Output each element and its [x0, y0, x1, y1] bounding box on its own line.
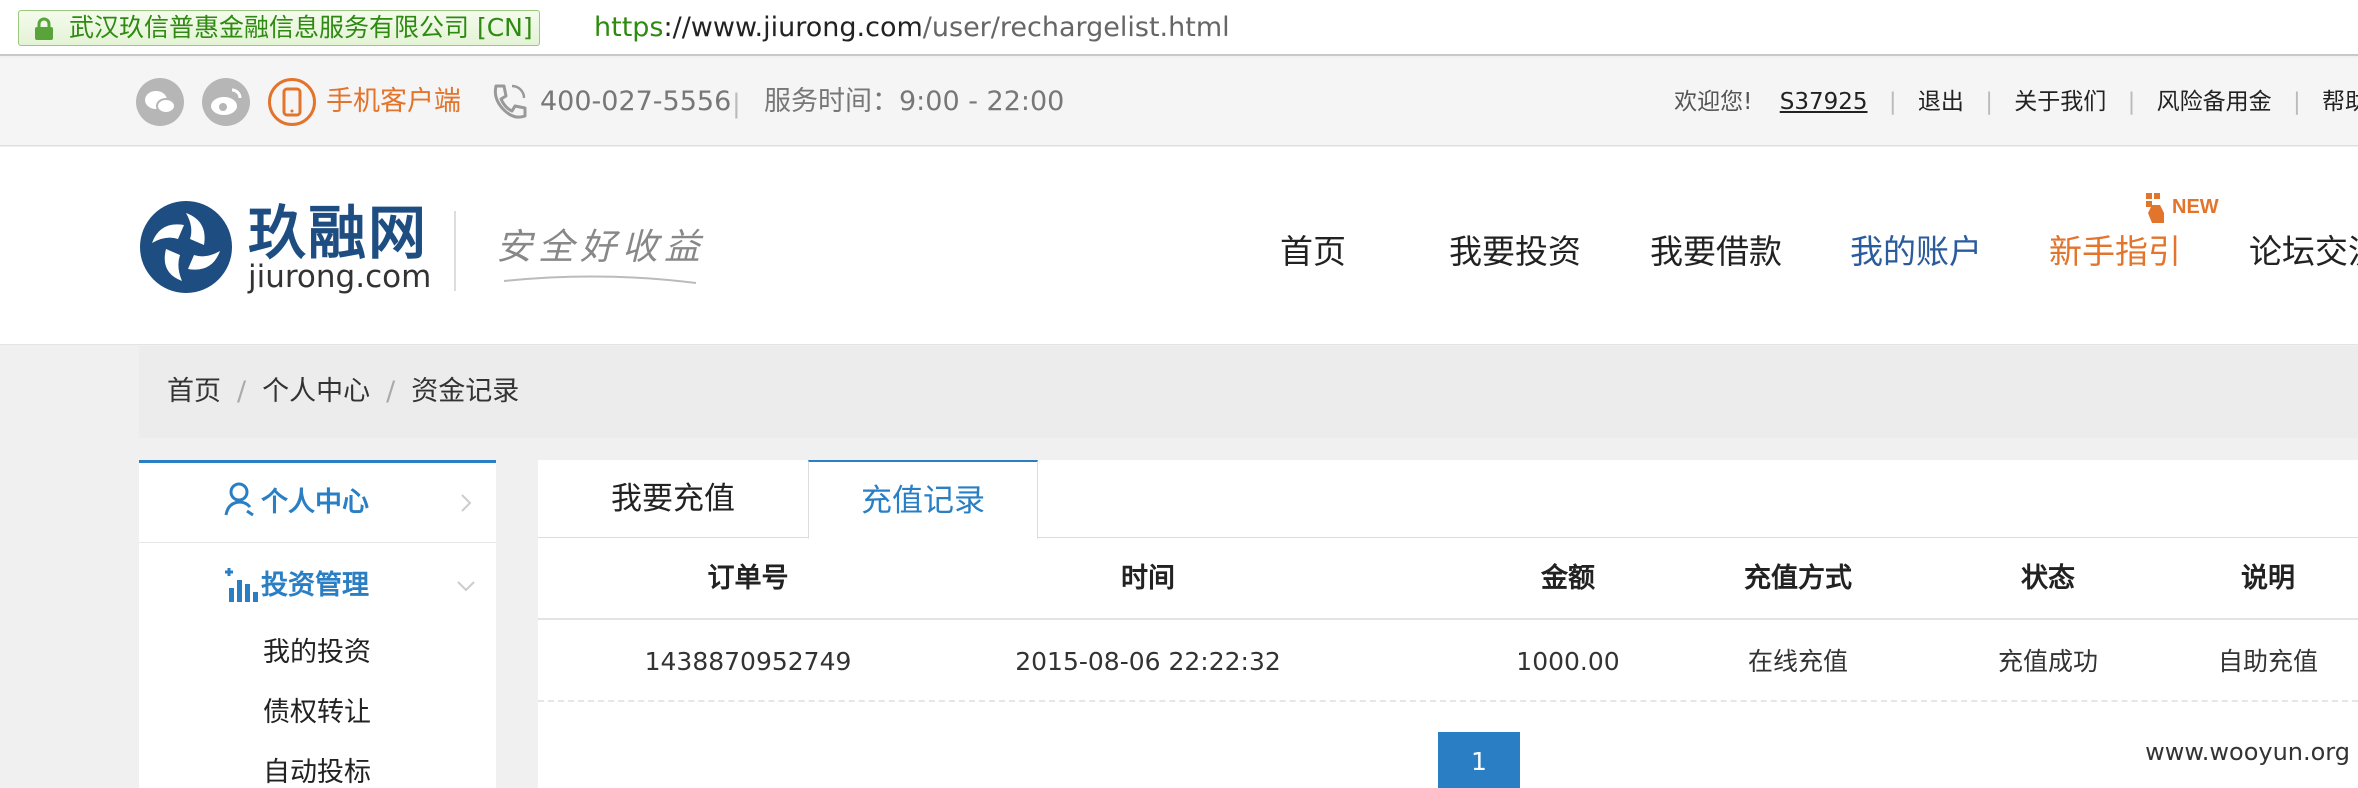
divider: |: [2292, 89, 2301, 115]
account-links: 欢迎您! S37925 | 退出 | 关于我们 | 风险备用金 | 帮助: [1674, 84, 2358, 120]
service-hours: 服务时间：9:00 - 22:00: [764, 86, 1065, 117]
tab-bar: 我要充值 充值记录: [538, 460, 2358, 539]
breadcrumb-separator: /: [237, 376, 247, 407]
url-host: ://www.jiurong.com: [663, 12, 923, 43]
table-header: 订单号 时间 金额 充值方式 状态 说明: [538, 539, 2358, 620]
pagination-page-1[interactable]: 1: [1438, 732, 1520, 788]
nav-forum[interactable]: 论坛交流: [2249, 227, 2358, 277]
top-info-bar: 手机客户端 400-027-5556 | 服务时间：9:00 - 22:00 欢…: [0, 58, 2358, 146]
nav-home[interactable]: 首页: [1280, 227, 1346, 277]
help-link[interactable]: 帮助: [2322, 84, 2358, 120]
sidebar-item-auto-bid[interactable]: 自动投标: [263, 753, 371, 788]
sidebar-item-personal-center[interactable]: 个人中心: [139, 463, 496, 543]
breadcrumb-separator: /: [386, 376, 396, 407]
column-order-no: 订单号: [707, 563, 789, 594]
logout-link[interactable]: 退出: [1918, 84, 1964, 120]
mobile-app-link[interactable]: 手机客户端: [326, 82, 461, 122]
site-header: 玖融网 jiurong.com 安全好收益 首页 我要投资 我要借款 我的账户 …: [0, 147, 2358, 345]
secure-site-badge[interactable]: 武汉玖信普惠金融信息服务有限公司 [CN]: [18, 10, 540, 46]
logo-domain: jiurong.com: [248, 259, 432, 295]
bar-chart-icon: [225, 568, 258, 602]
breadcrumb: 首页 / 个人中心 / 资金记录: [139, 346, 2358, 438]
new-badge-text: NEW: [2172, 196, 2219, 218]
cell-time: 2015-08-06 22:22:32: [1015, 647, 1281, 676]
column-amount: 金额: [1541, 563, 1595, 594]
divider: |: [732, 89, 741, 119]
url-path: /user/rechargelist.html: [922, 12, 1230, 43]
chevron-down-icon: [457, 581, 475, 592]
lock-icon: [35, 17, 53, 40]
account-sidebar: 个人中心 投资管理 我的投资 债权转让 自动投标: [139, 460, 496, 788]
nav-borrow[interactable]: 我要借款: [1650, 227, 1782, 277]
welcome-text: 欢迎您!: [1674, 89, 1753, 115]
sidebar-label-personal-center: 个人中心: [261, 487, 369, 518]
weibo-icon[interactable]: [202, 78, 250, 126]
logo-chinese-name: 玖融网: [248, 199, 429, 267]
chevron-right-icon: [461, 494, 472, 512]
jiurong-logo-icon[interactable]: [138, 199, 234, 295]
url-field[interactable]: https://www.jiurong.com/user/rechargelis…: [594, 10, 1230, 46]
risk-fund-link[interactable]: 风险备用金: [2157, 84, 2272, 120]
nav-my-account[interactable]: 我的账户: [1850, 227, 1982, 277]
mobile-app-icon[interactable]: [268, 78, 316, 126]
about-link[interactable]: 关于我们: [2014, 84, 2106, 120]
user-icon: [224, 482, 254, 517]
column-method: 充值方式: [1744, 563, 1852, 594]
recharge-panel: 我要充值 充值记录 订单号 时间 金额 充值方式 状态 说明 143887095…: [538, 460, 2358, 788]
sidebar-label-invest-mgmt: 投资管理: [261, 570, 369, 601]
breadcrumb-fund-records: 资金记录: [411, 376, 520, 407]
column-status: 状态: [2021, 563, 2075, 594]
url-protocol: https: [594, 12, 664, 43]
divider: |: [1888, 89, 1897, 115]
sidebar-item-my-investments[interactable]: 我的投资: [263, 633, 371, 673]
cell-method: 在线充值: [1747, 647, 1848, 676]
cell-amount: 1000.00: [1516, 647, 1620, 676]
logo-divider: [454, 211, 456, 291]
nav-beginner-guide[interactable]: 新手指引: [2049, 227, 2181, 277]
phone-icon: [493, 84, 527, 119]
tab-recharge[interactable]: 我要充值: [538, 460, 808, 539]
divider: |: [1985, 89, 1993, 115]
breadcrumb-personal-center[interactable]: 个人中心: [262, 376, 370, 407]
username-link[interactable]: S37925: [1780, 84, 1868, 120]
cell-order-no: 1438870952749: [644, 647, 852, 676]
new-badge-icon: NEW: [2146, 193, 2219, 223]
breadcrumb-home[interactable]: 首页: [167, 376, 221, 407]
hotline-number: 400-027-5556: [540, 86, 732, 117]
tab-recharge-records[interactable]: 充值记录: [808, 460, 1038, 539]
slogan-underline: [503, 275, 697, 284]
wechat-icon[interactable]: [136, 78, 184, 126]
table-row: 1438870952749 2015-08-06 22:22:32 1000.0…: [538, 622, 2358, 702]
sidebar-item-invest-mgmt[interactable]: 投资管理: [139, 544, 496, 624]
column-time: 时间: [1121, 563, 1175, 594]
cell-status: 充值成功: [1997, 647, 2098, 676]
cell-note: 自助充值: [2217, 647, 2318, 676]
sidebar-item-debt-transfer[interactable]: 债权转让: [263, 693, 371, 733]
nav-invest[interactable]: 我要投资: [1449, 227, 1581, 277]
browser-address-bar[interactable]: 武汉玖信普惠金融信息服务有限公司 [CN] https://www.jiuron…: [0, 0, 2358, 56]
watermark: www.wooyun.org: [2145, 738, 2350, 766]
slogan: 安全好收益: [496, 227, 707, 268]
divider: |: [2127, 89, 2136, 115]
column-note: 说明: [2241, 563, 2295, 594]
secure-site-label: 武汉玖信普惠金融信息服务有限公司 [CN]: [69, 13, 533, 42]
